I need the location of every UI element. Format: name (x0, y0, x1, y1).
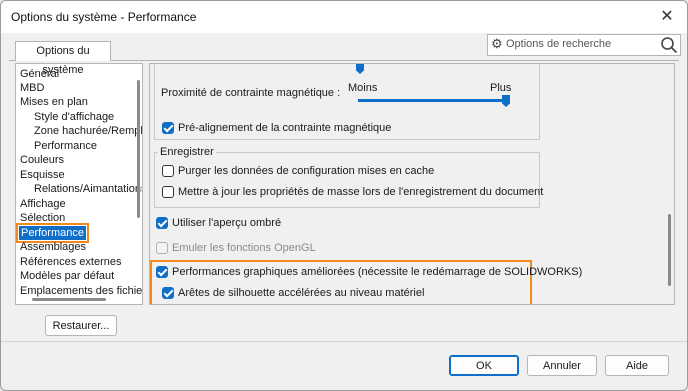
slider-max-label: Plus (490, 82, 512, 94)
prealign-checkbox[interactable] (162, 122, 174, 134)
dialog-footer: OK Annuler Aide (1, 341, 687, 390)
tree-item-assemblies[interactable]: Assemblages (20, 240, 86, 254)
silhouette-edges-label: Arêtes de silhouette accélérées au nivea… (178, 287, 425, 299)
tree-item-mbd[interactable]: MBD (20, 81, 44, 95)
gear-icon: ⚙ (491, 36, 503, 51)
slider-min-label: Moins (348, 82, 378, 94)
prealign-label: Pré-alignement de la contrainte magnétiq… (178, 122, 392, 134)
save-group (154, 152, 540, 208)
ok-button[interactable]: OK (449, 355, 519, 376)
help-button[interactable]: Aide (605, 355, 669, 376)
tree-item-relations-snaps[interactable]: Relations/Aimantations (34, 182, 142, 196)
tree-vertical-scrollbar[interactable] (137, 80, 140, 218)
silhouette-edges-checkbox[interactable] (162, 287, 174, 299)
tree-item-sketch[interactable]: Esquisse (20, 168, 65, 182)
mass-properties-checkbox[interactable] (162, 186, 174, 198)
tree-item-file-locations[interactable]: Emplacements des fichiers (20, 284, 142, 298)
window-title: Options du système - Performance (11, 10, 197, 24)
tree-item-colors[interactable]: Couleurs (20, 153, 64, 167)
enhanced-graphics-checkbox[interactable] (156, 266, 168, 278)
panel-vertical-scrollbar[interactable] (668, 214, 671, 286)
purge-cache-checkbox[interactable] (162, 165, 174, 177)
save-group-label: Enregistrer (158, 146, 216, 158)
tree-item-external-references[interactable]: Références externes (20, 255, 122, 269)
purge-cache-label: Purger les données de configuration mise… (178, 165, 435, 177)
tree-item-selection[interactable]: Sélection (20, 211, 65, 225)
performance-panel: Moins Plus Proximité de contrainte magné… (149, 63, 675, 305)
snap-proximity-label: Proximité de contrainte magnétique : (161, 87, 341, 99)
tree-item-performance[interactable]: Performance (16, 223, 89, 243)
shaded-preview-checkbox[interactable] (156, 217, 168, 229)
search-icon[interactable] (660, 36, 678, 54)
mass-properties-label: Mettre à jour les propriétés de masse lo… (178, 186, 544, 198)
options-dialog: Options du système - Performance ✕ Optio… (0, 0, 688, 391)
opengl-emulation-label: Emuler les fonctions OpenGL (172, 242, 316, 254)
snap-slider-fill (358, 99, 510, 102)
enhanced-graphics-label: Performances graphiques améliorées (néce… (172, 266, 583, 278)
options-tree[interactable]: Général MBD Mises en plan Style d'affich… (15, 63, 143, 305)
tree-item-display-style[interactable]: Style d'affichage (34, 110, 114, 124)
tree-item-hatch-fill[interactable]: Zone hachurée/Remplissage (34, 124, 142, 138)
cancel-button[interactable]: Annuler (527, 355, 597, 376)
tab-system-options[interactable]: Options du système (15, 41, 111, 76)
tree-item-default-templates[interactable]: Modèles par défaut (20, 269, 114, 283)
close-icon[interactable]: ✕ (657, 7, 677, 27)
search-placeholder: Options de recherche (506, 38, 612, 50)
tree-item-drawing-performance[interactable]: Performance (34, 139, 97, 153)
tree-horizontal-scrollbar[interactable] (32, 298, 106, 301)
title-bar: Options du système - Performance ✕ (1, 1, 687, 33)
search-field[interactable]: ⚙ Options de recherche (487, 34, 681, 56)
restore-button[interactable]: Restaurer... (45, 315, 117, 336)
tree-item-drawings[interactable]: Mises en plan (20, 95, 88, 109)
shaded-preview-label: Utiliser l'aperçu ombré (172, 217, 282, 229)
tree-item-display[interactable]: Affichage (20, 197, 66, 211)
opengl-emulation-checkbox[interactable] (156, 242, 168, 254)
